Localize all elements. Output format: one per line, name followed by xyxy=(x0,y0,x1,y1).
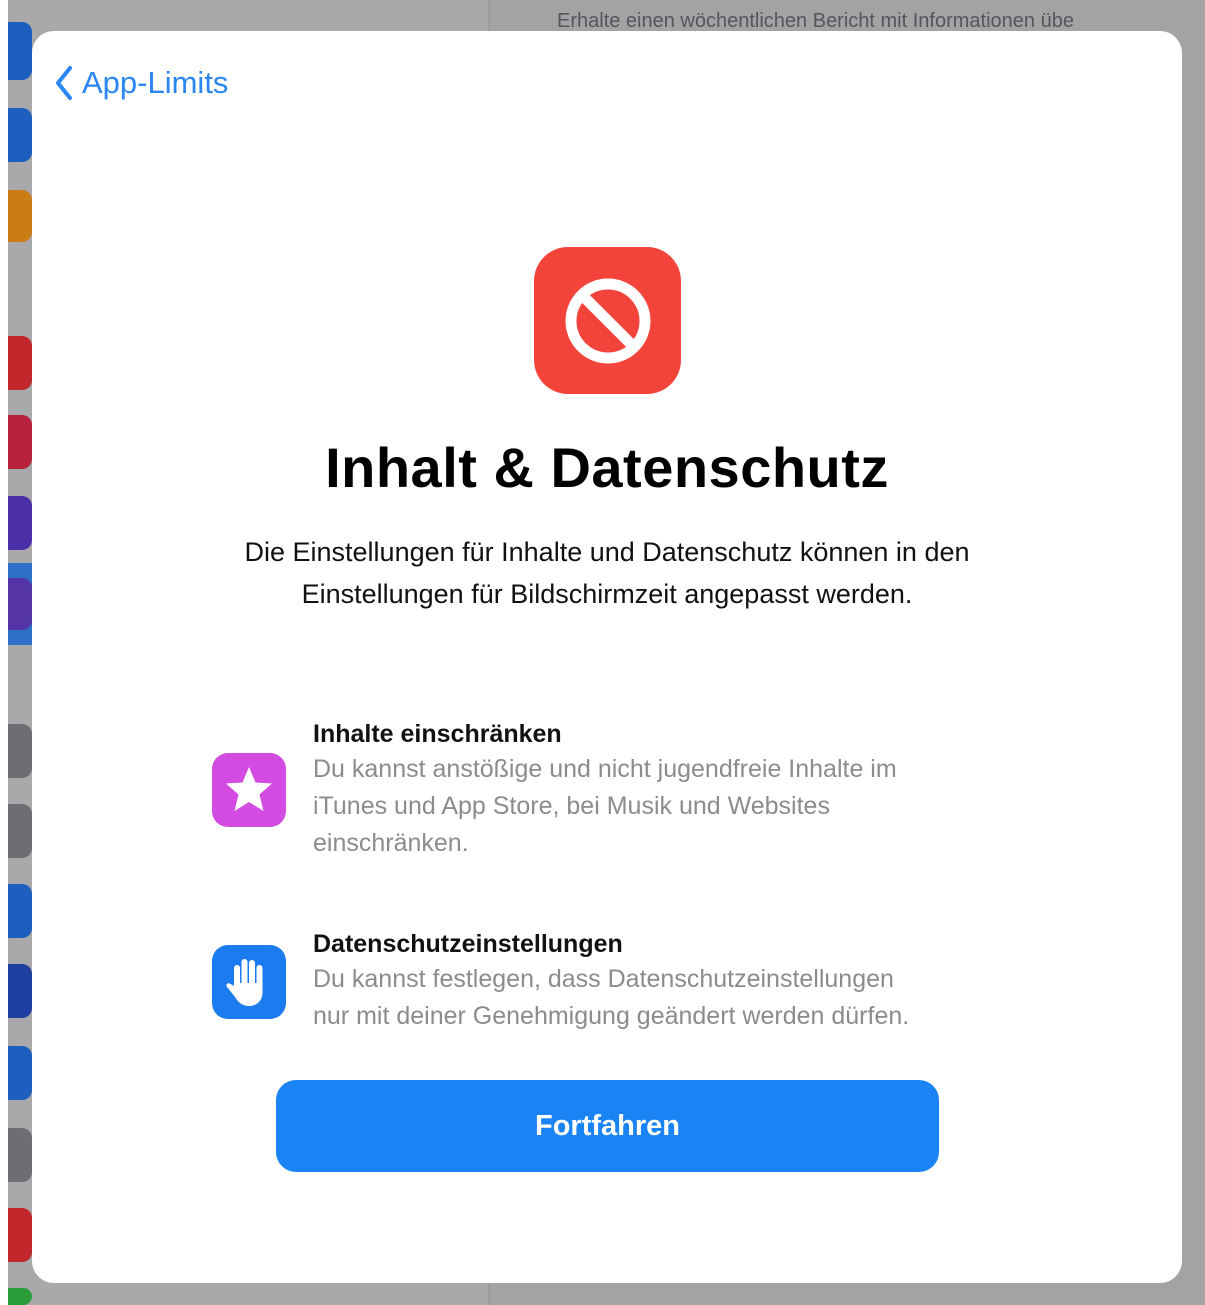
sidebar-app-icon xyxy=(8,964,32,1018)
sidebar-app-icon xyxy=(8,1208,32,1262)
sidebar-app-icon xyxy=(8,190,32,242)
hand-icon xyxy=(212,945,286,1019)
sidebar-app-icon xyxy=(8,804,32,858)
sidebar-app-icon xyxy=(8,108,32,162)
star-icon xyxy=(212,753,286,827)
feature-privacy-settings: Datenschutzeinstellungen Du kannst festl… xyxy=(212,927,1012,1035)
continue-button[interactable]: Fortfahren xyxy=(276,1080,939,1172)
sidebar-app-icon xyxy=(8,578,32,630)
sidebar-app-icon xyxy=(8,1128,32,1182)
background-edge xyxy=(0,0,8,1305)
sidebar-app-icon xyxy=(8,724,32,778)
feature-title: Inhalte einschränken xyxy=(313,720,562,748)
chevron-left-icon xyxy=(56,66,72,100)
prohibited-icon xyxy=(534,247,681,394)
feature-description: Du kannst festlegen, dass Datenschutzein… xyxy=(313,965,910,1030)
sidebar-app-icon xyxy=(8,336,32,390)
back-button[interactable]: App-Limits xyxy=(54,61,228,105)
page-subtitle: Die Einstellungen für Inhalte und Datens… xyxy=(244,537,970,609)
sidebar-app-icon xyxy=(8,1046,32,1100)
sidebar-app-icon xyxy=(8,415,32,469)
sidebar-app-icon xyxy=(8,496,32,550)
background-header-text: Erhalte einen wöchentlichen Bericht mit … xyxy=(557,10,1074,32)
content-privacy-sheet: App-Limits Inhalt & Datenschutz Die Eins… xyxy=(32,31,1182,1283)
feature-title: Datenschutzeinstellungen xyxy=(313,930,623,958)
sidebar-app-icon xyxy=(8,22,32,80)
sidebar-app-icon xyxy=(8,884,32,938)
feature-restrict-content: Inhalte einschränken Du kannst anstößige… xyxy=(212,717,1012,862)
page-title: Inhalt & Datenschutz xyxy=(325,436,889,499)
feature-description: Du kannst anstößige und nicht jugendfrei… xyxy=(313,755,897,857)
sidebar-app-icon xyxy=(8,1288,32,1305)
back-label: App-Limits xyxy=(82,65,229,100)
